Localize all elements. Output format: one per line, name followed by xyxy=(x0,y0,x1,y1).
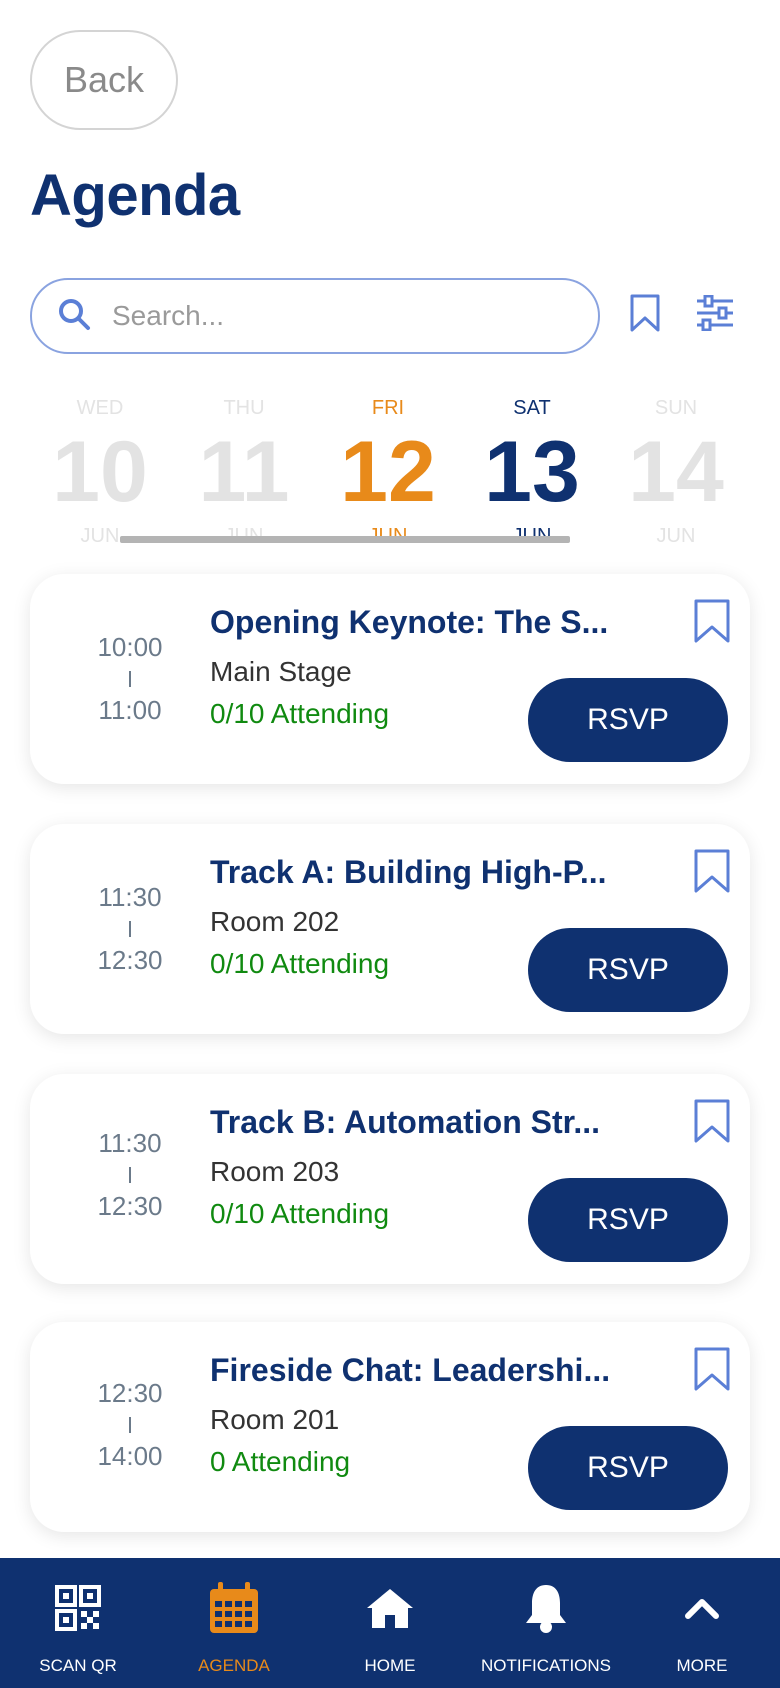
session-room: Room 202 xyxy=(210,906,340,937)
date-item-fri[interactable]: FRI 12 JUN xyxy=(318,396,458,548)
session-room: Room 201 xyxy=(210,1404,340,1435)
rsvp-button[interactable]: RSVP xyxy=(528,1178,728,1262)
session-end-time: 11:00 xyxy=(98,695,162,725)
session-end-time: 12:30 xyxy=(97,945,163,975)
session-time: 10:00 11:00 xyxy=(70,632,190,726)
date-item-thu[interactable]: THU 11 JUN xyxy=(174,396,314,548)
session-card[interactable]: 11:30 12:30 Track B: Automation Str... R… xyxy=(30,1074,750,1284)
session-room: Room 203 xyxy=(210,1156,340,1187)
tab-label: AGENDA xyxy=(198,1656,270,1675)
session-title: Track A: Building High-P... xyxy=(210,854,607,890)
bookmark-filter-button[interactable] xyxy=(622,292,668,338)
tab-label: MORE xyxy=(676,1656,728,1675)
qr-code-icon xyxy=(50,1580,106,1636)
session-start-time: 11:30 xyxy=(98,1128,162,1158)
date-selector: WED 10 JUN THU 11 JUN FRI 12 JUN SAT 13 … xyxy=(30,396,750,548)
date-scrollbar[interactable] xyxy=(120,536,570,543)
bookmark-icon xyxy=(629,293,661,338)
session-attendance: 0/10 Attending xyxy=(210,948,390,979)
bookmark-icon[interactable] xyxy=(692,1346,732,1392)
session-start-time: 12:30 xyxy=(97,1378,163,1408)
session-attendance: 0 Attending xyxy=(210,1446,351,1477)
date-number: 14 xyxy=(628,424,724,520)
date-item-sat[interactable]: SAT 13 JUN xyxy=(462,396,602,548)
chevron-up-icon xyxy=(674,1580,730,1636)
session-time: 11:30 12:30 xyxy=(70,882,190,976)
tab-notifications[interactable]: NOTIFICATIONS xyxy=(468,1558,624,1688)
date-number: 11 xyxy=(198,424,290,520)
session-card[interactable]: 11:30 12:30 Track A: Building High-P... … xyxy=(30,824,750,1034)
tab-label: HOME xyxy=(364,1656,416,1675)
bookmark-icon[interactable] xyxy=(692,598,732,644)
tab-more[interactable]: MORE xyxy=(624,1558,780,1688)
tab-label: NOTIFICATIONS xyxy=(480,1656,611,1675)
search-input[interactable] xyxy=(112,300,572,332)
session-end-time: 12:30 xyxy=(97,1191,163,1221)
time-separator xyxy=(129,671,131,687)
session-start-time: 11:30 xyxy=(98,882,162,912)
tab-agenda[interactable]: AGENDA xyxy=(156,1558,312,1688)
rsvp-button[interactable]: RSVP xyxy=(528,928,728,1012)
date-weekday: FRI xyxy=(371,397,405,419)
date-weekday: WED xyxy=(76,397,124,419)
session-title: Opening Keynote: The S... xyxy=(210,604,609,640)
session-title: Track B: Automation Str... xyxy=(210,1104,600,1140)
date-number: 10 xyxy=(52,424,148,520)
bell-icon xyxy=(518,1580,574,1636)
rsvp-button[interactable]: RSVP xyxy=(528,1426,728,1510)
date-weekday: THU xyxy=(223,397,265,419)
session-card[interactable]: 12:30 14:00 Fireside Chat: Leadershi... … xyxy=(30,1322,750,1532)
date-weekday: SAT xyxy=(513,397,551,419)
bookmark-icon[interactable] xyxy=(692,1098,732,1144)
session-card[interactable]: 10:00 11:00 Opening Keynote: The S... Ma… xyxy=(30,574,750,784)
tab-scan-qr[interactable]: SCAN QR xyxy=(0,1558,156,1688)
session-attendance: 0/10 Attending xyxy=(210,1198,390,1229)
page-title: Agenda xyxy=(30,163,240,228)
session-time: 12:30 14:00 xyxy=(70,1378,190,1472)
back-button[interactable]: Back xyxy=(30,30,178,130)
date-number: 13 xyxy=(484,424,580,520)
session-time: 11:30 12:30 xyxy=(70,1128,190,1222)
time-separator xyxy=(129,921,131,937)
session-attendance: 0/10 Attending xyxy=(210,698,390,729)
session-title: Fireside Chat: Leadershi... xyxy=(210,1352,611,1388)
tab-label: SCAN QR xyxy=(39,1656,117,1675)
search-field[interactable] xyxy=(30,278,600,354)
home-icon xyxy=(362,1580,418,1636)
date-item-wed[interactable]: WED 10 JUN xyxy=(30,396,170,548)
calendar-icon xyxy=(206,1580,262,1636)
tab-home[interactable]: HOME xyxy=(312,1558,468,1688)
session-room: Main Stage xyxy=(210,656,352,687)
time-separator xyxy=(129,1417,131,1433)
session-start-time: 10:00 xyxy=(97,632,163,662)
date-number: 12 xyxy=(340,424,436,520)
bottom-tab-bar: SCAN QR AGENDA HOME NOTIFICATIONS MORE xyxy=(0,1558,780,1688)
date-item-sun[interactable]: SUN 14 JUN xyxy=(606,396,746,548)
bookmark-icon[interactable] xyxy=(692,848,732,894)
session-end-time: 14:00 xyxy=(97,1441,163,1471)
date-month: JUN xyxy=(656,525,696,547)
time-separator xyxy=(129,1167,131,1183)
date-weekday: SUN xyxy=(654,397,698,419)
filter-settings-button[interactable] xyxy=(690,292,740,338)
search-icon xyxy=(56,296,92,337)
rsvp-button[interactable]: RSVP xyxy=(528,678,728,762)
sliders-icon xyxy=(695,294,735,336)
